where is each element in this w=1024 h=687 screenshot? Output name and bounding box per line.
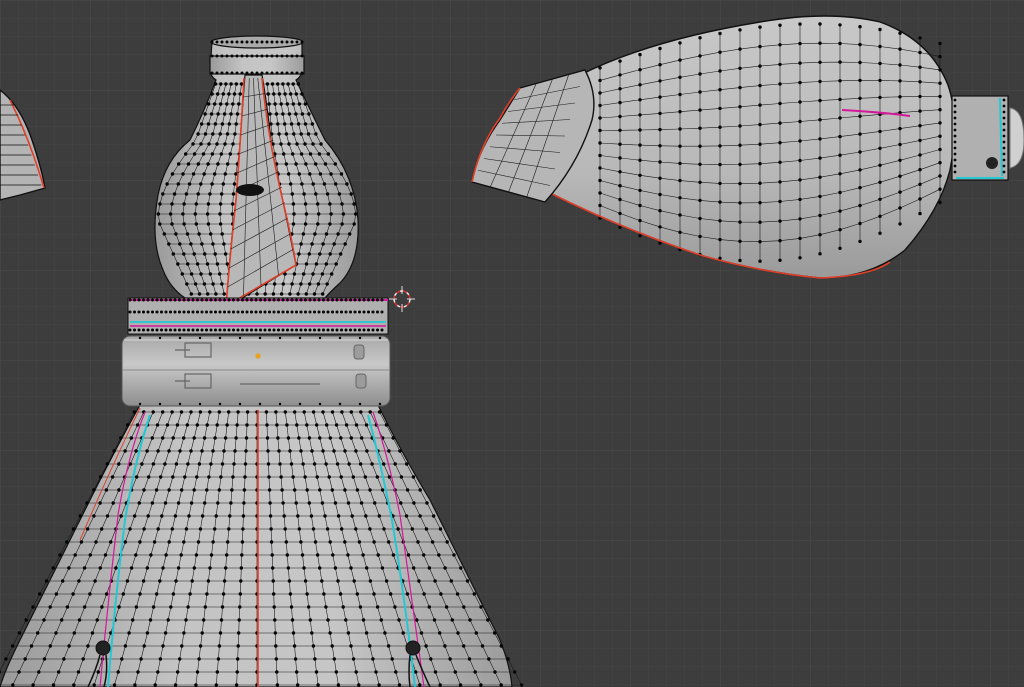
waist-band [127,297,389,335]
tie-knot [236,184,264,196]
object-origin-dot [255,353,261,359]
3d-viewport[interactable] [0,0,1024,687]
waist-belt-mesh[interactable] [121,335,391,407]
